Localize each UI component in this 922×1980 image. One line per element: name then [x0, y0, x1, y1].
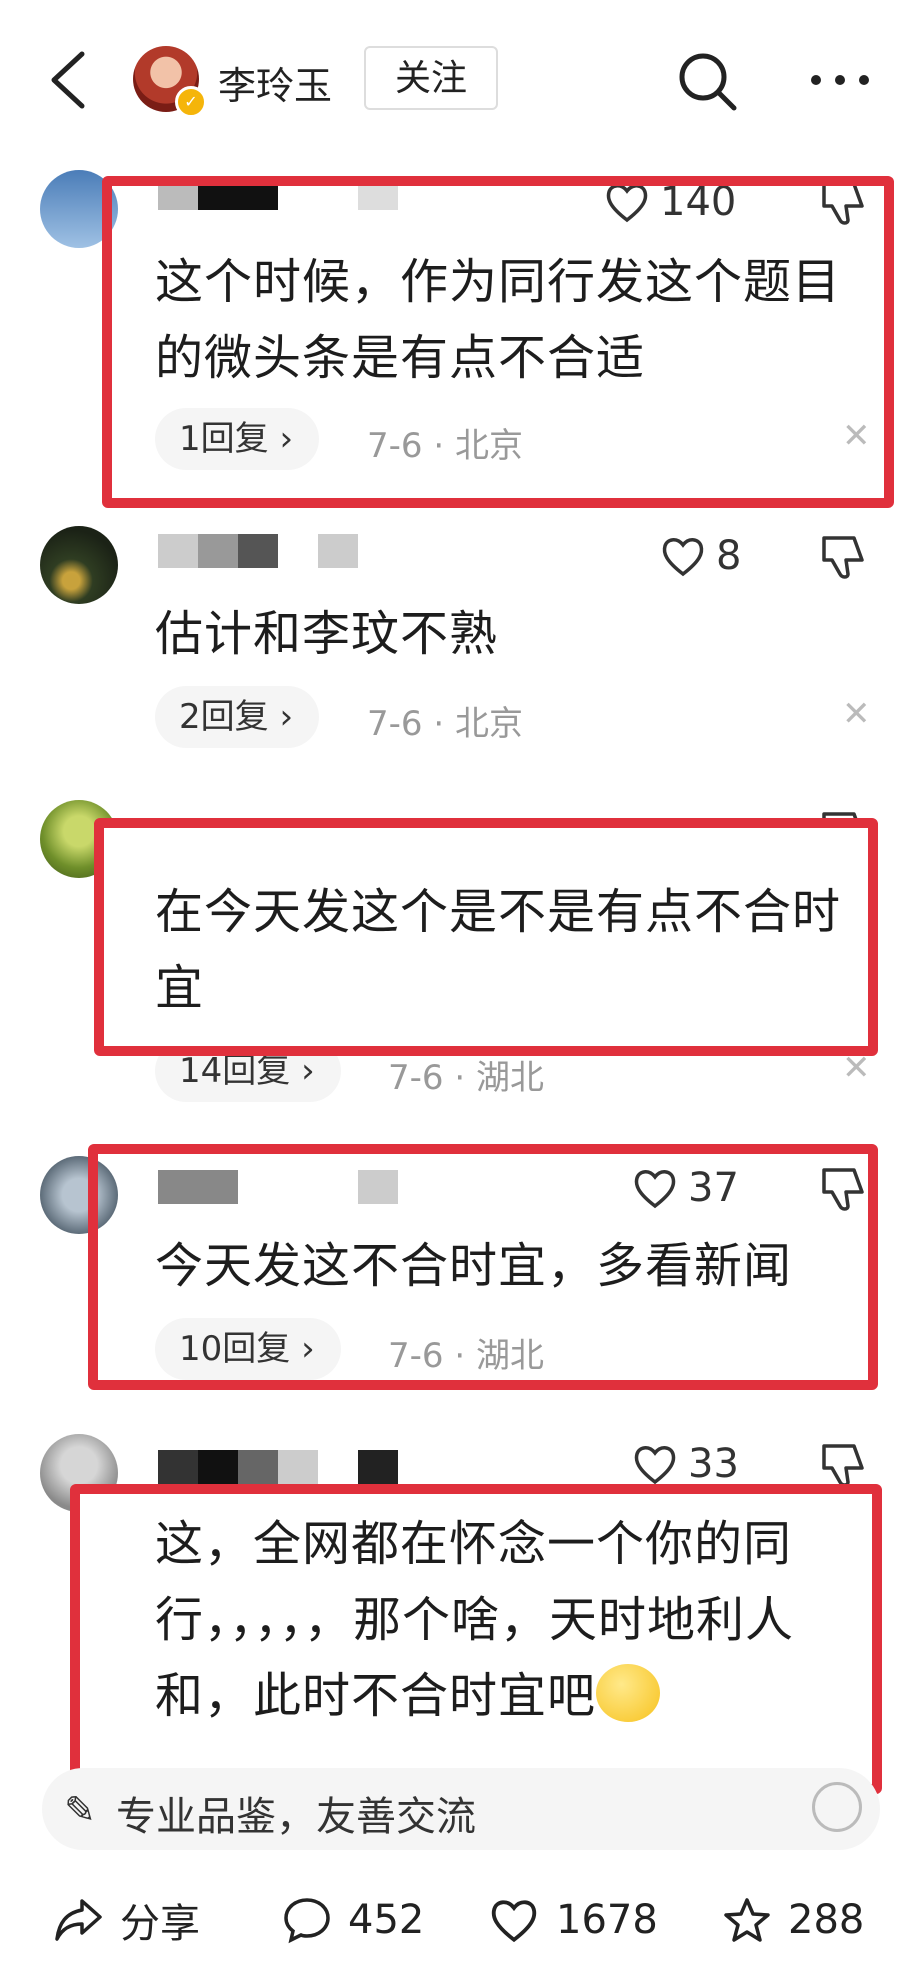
comment-meta: 7-6 · 北京 — [367, 704, 523, 744]
share-label: 分享 — [120, 1901, 200, 1947]
comments-button[interactable]: 452 — [282, 1894, 424, 1946]
pen-icon: ✎ — [64, 1788, 96, 1832]
like-count: 8 — [716, 533, 742, 579]
commenter-name-redacted — [158, 1450, 398, 1484]
commenter-avatar[interactable] — [40, 526, 118, 604]
share-button[interactable]: 分享 — [54, 1894, 200, 1947]
verified-badge-icon: ✓ — [175, 86, 207, 118]
like-button[interactable]: 1678 — [488, 1894, 658, 1946]
comments-count: 452 — [348, 1897, 425, 1943]
highlight-box — [88, 1144, 878, 1390]
star-icon — [724, 1898, 770, 1942]
comment-icon — [284, 1898, 330, 1944]
thumbs-down-icon[interactable] — [818, 532, 868, 582]
heart-icon — [634, 1446, 676, 1485]
commenter-name-redacted — [158, 534, 358, 568]
comment-text: 估计和李玟不熟 — [155, 606, 499, 662]
close-icon[interactable]: ✕ — [842, 694, 871, 734]
heart-icon — [662, 538, 704, 577]
highlight-box — [102, 176, 894, 508]
like-control[interactable]: 8 — [660, 532, 741, 580]
author-name[interactable]: 李玲玉 — [218, 55, 332, 110]
heart-icon — [491, 1900, 537, 1943]
favorite-button[interactable]: 288 — [722, 1894, 864, 1946]
top-bar: ✓ 李玲玉 关注 — [0, 0, 922, 150]
bottom-toolbar: 分享 452 1678 288 — [0, 1880, 922, 1960]
back-arrow-icon[interactable] — [48, 50, 88, 110]
search-icon[interactable] — [676, 50, 738, 112]
favorites-count: 288 — [788, 1897, 865, 1943]
squint-emoji-icon — [596, 1664, 661, 1722]
comment-input-bar[interactable]: ✎ 专业品鉴，友善交流 — [42, 1768, 880, 1850]
comment-text: 这，全网都在怀念一个你的同行，，，，，那个啥，天时地利人和，此时不合时宜吧 — [155, 1506, 855, 1734]
comment-text-content: 这，全网都在怀念一个你的同行，，，，，那个啥，天时地利人和，此时不合时宜吧 — [155, 1516, 795, 1724]
like-count: 33 — [688, 1441, 739, 1487]
comment-meta: 7-6 · 湖北 — [388, 1058, 544, 1098]
reply-count-button[interactable]: 2回复 › — [155, 686, 320, 748]
thumbs-down-icon[interactable] — [818, 1440, 868, 1490]
share-icon — [55, 1899, 102, 1941]
more-icon[interactable] — [808, 70, 872, 90]
follow-button[interactable]: 关注 — [364, 46, 498, 110]
comment-text: 在今天发这个是不是有点不合时宜 — [155, 884, 842, 1016]
emoji-icon[interactable] — [812, 1782, 862, 1832]
like-control[interactable]: 33 — [632, 1440, 739, 1488]
likes-count: 1678 — [556, 1897, 658, 1943]
comment-input-placeholder: 专业品鉴，友善交流 — [116, 1794, 476, 1840]
